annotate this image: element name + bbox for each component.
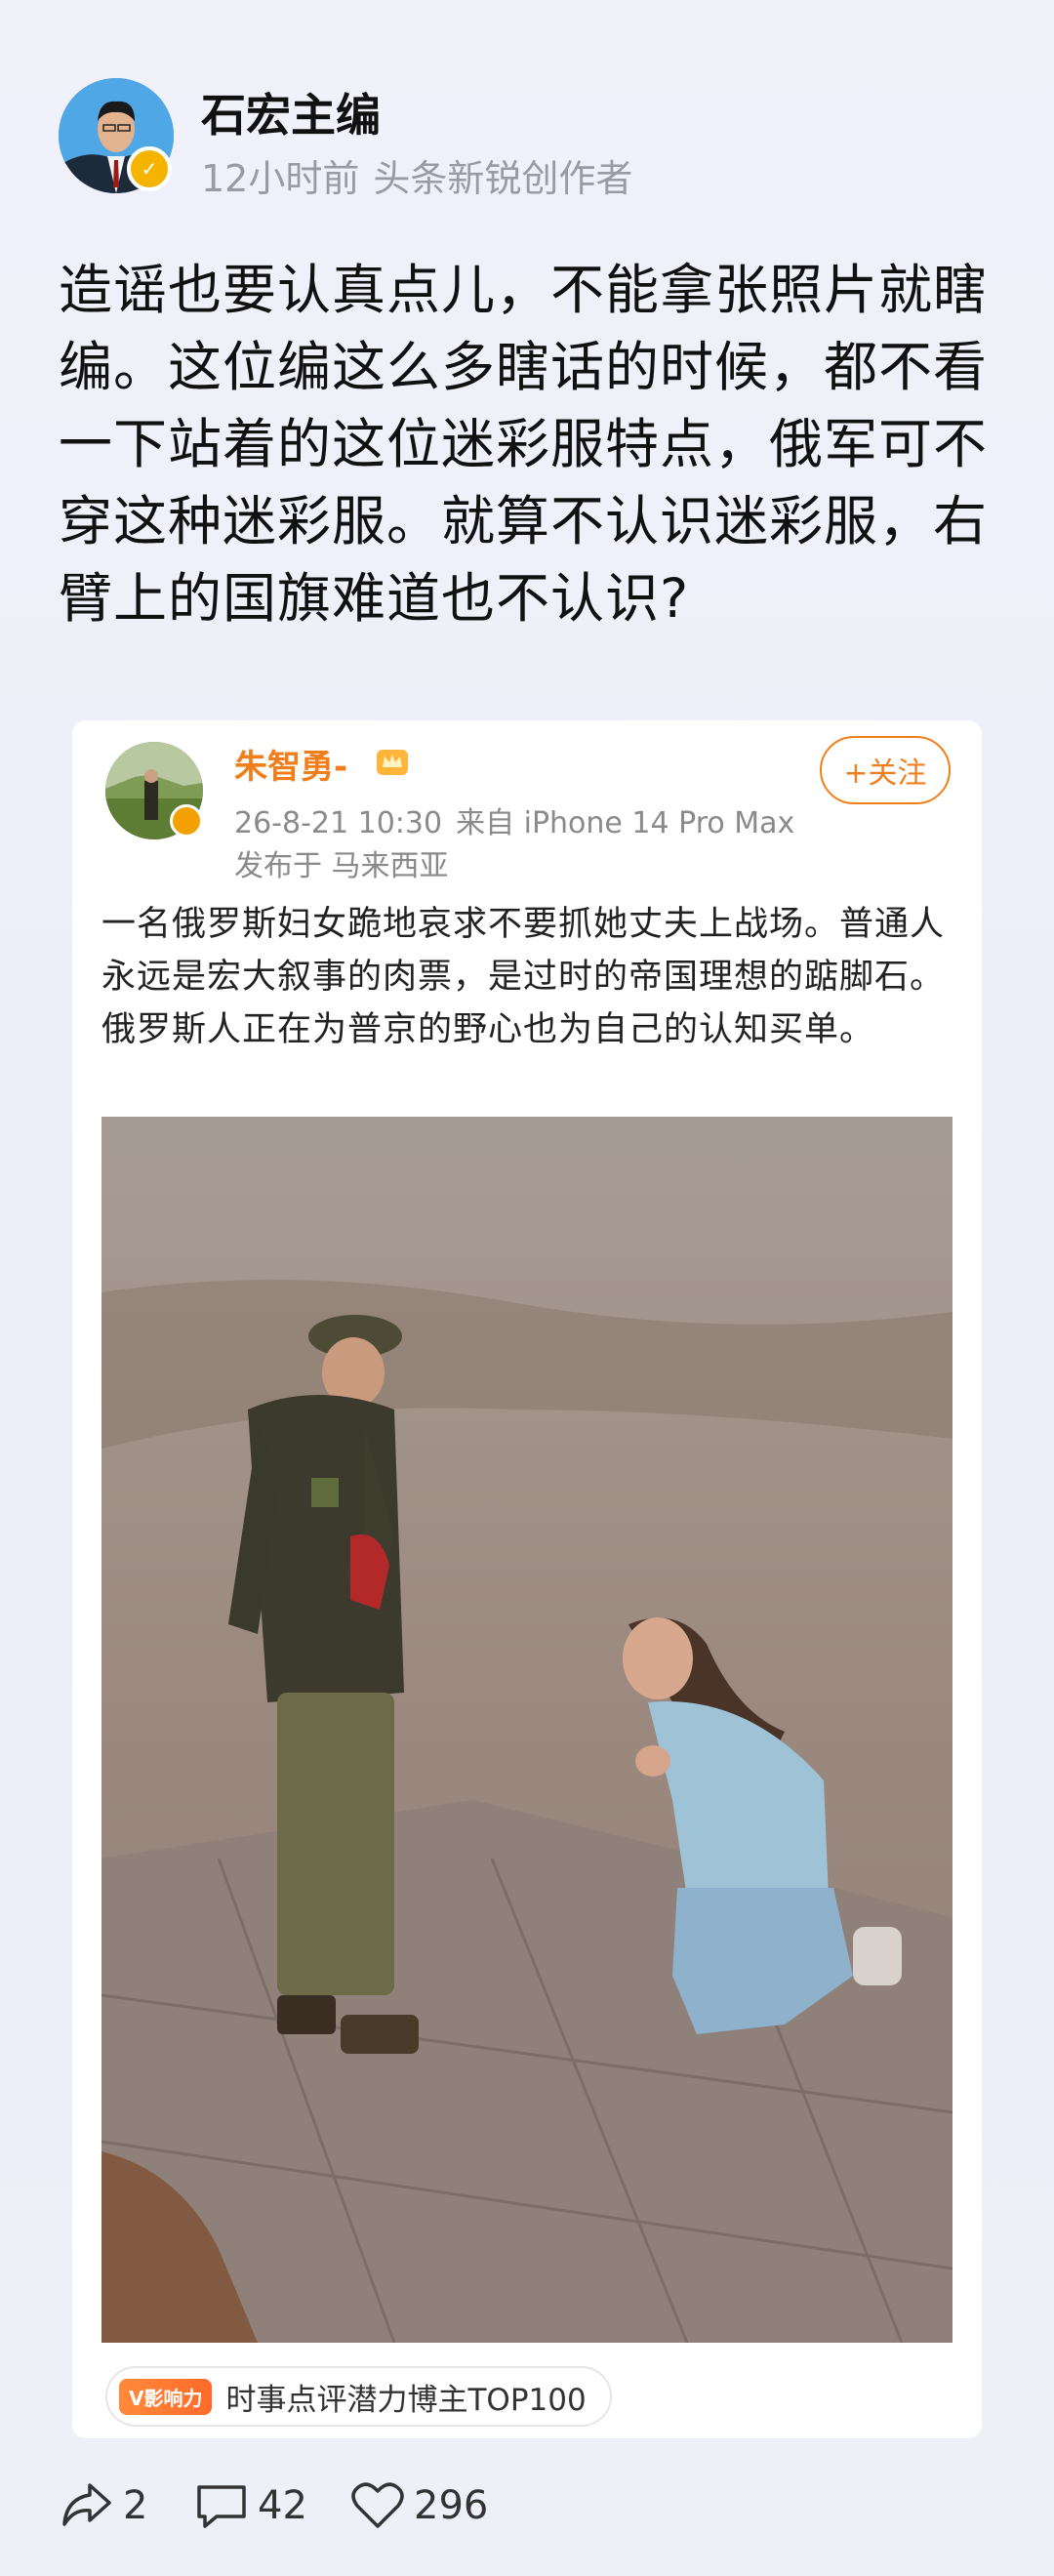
heart-icon <box>351 2482 404 2528</box>
quoted-text: 一名俄罗斯妇女跪地哀求不要抓她丈夫上战场。普通人永远是宏大叙事的肉票，是过时的帝… <box>101 905 946 1049</box>
quoted-location: 发布于 马来西亚 <box>234 849 449 883</box>
comment-button[interactable]: 42 <box>193 2479 307 2532</box>
comment-icon <box>197 2485 246 2528</box>
quoted-meta: 26-8-21 10:30 来自 iPhone 14 Pro Max <box>234 798 794 841</box>
quoted-post-card[interactable]: 朱智勇- 26-8-21 10:30 来自 iPhone 14 Pro Max 发… <box>72 720 982 2438</box>
influence-tag-text: 时事点评潜力博主TOP100 <box>225 2382 587 2418</box>
author-name[interactable]: 石宏主编 <box>201 80 381 144</box>
like-count: 296 <box>414 2483 489 2528</box>
share-count: 2 <box>123 2483 148 2528</box>
post-time: 12小时前 <box>201 157 360 200</box>
post-photo[interactable] <box>101 1117 953 2343</box>
crown-icon <box>377 750 408 775</box>
author-meta: 12小时前 头条新锐创作者 <box>201 148 632 202</box>
influence-badge: V影响力 <box>119 2378 213 2415</box>
comment-count: 42 <box>258 2483 307 2528</box>
quoted-verified-icon <box>170 804 203 838</box>
follow-button[interactable]: +关注 <box>820 736 951 804</box>
influence-tag[interactable]: V影响力 时事点评潜力博主TOP100 <box>105 2366 612 2427</box>
quoted-date: 26-8-21 10:30 <box>234 806 443 840</box>
quoted-author-name[interactable]: 朱智勇- <box>234 740 347 788</box>
post-text: 造谣也要认真点儿，不能拿张照片就瞎编。这位编这么多瞎话的时候，都不看一下站着的这… <box>59 259 989 630</box>
like-button[interactable]: 296 <box>349 2479 488 2532</box>
author-role: 头条新锐创作者 <box>373 157 633 200</box>
share-button[interactable]: 2 <box>59 2479 147 2532</box>
verified-icon: ✓ <box>127 146 172 191</box>
share-icon <box>62 2483 111 2526</box>
quoted-source: 来自 iPhone 14 Pro Max <box>456 806 795 840</box>
